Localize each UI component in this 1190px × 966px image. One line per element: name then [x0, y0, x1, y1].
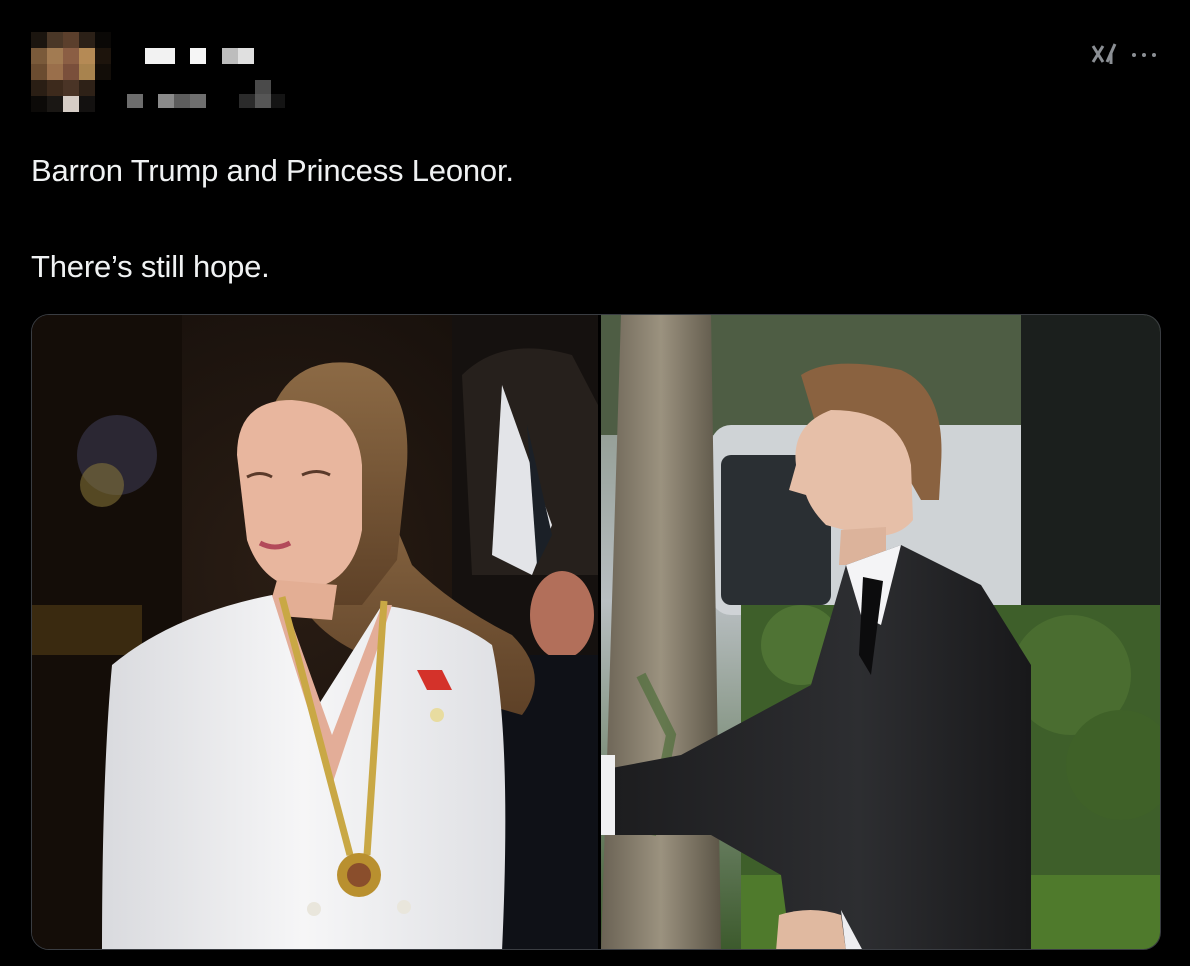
- post-text-line-1: Barron Trump and Princess Leonor.: [31, 153, 514, 188]
- media-grid: [31, 314, 1161, 950]
- post-text: Barron Trump and Princess Leonor. There’…: [31, 150, 1151, 287]
- author-name-redacted[interactable]: [127, 46, 297, 112]
- grok-icon[interactable]: [1087, 38, 1121, 72]
- more-icon[interactable]: [1129, 48, 1159, 62]
- post-text-line-2: There’s still hope.: [31, 249, 270, 284]
- avatar[interactable]: [31, 32, 113, 112]
- photo-princess-white-suit[interactable]: [32, 315, 598, 949]
- photo-young-man-black-suit[interactable]: [601, 315, 1160, 949]
- post-header: [31, 32, 1161, 114]
